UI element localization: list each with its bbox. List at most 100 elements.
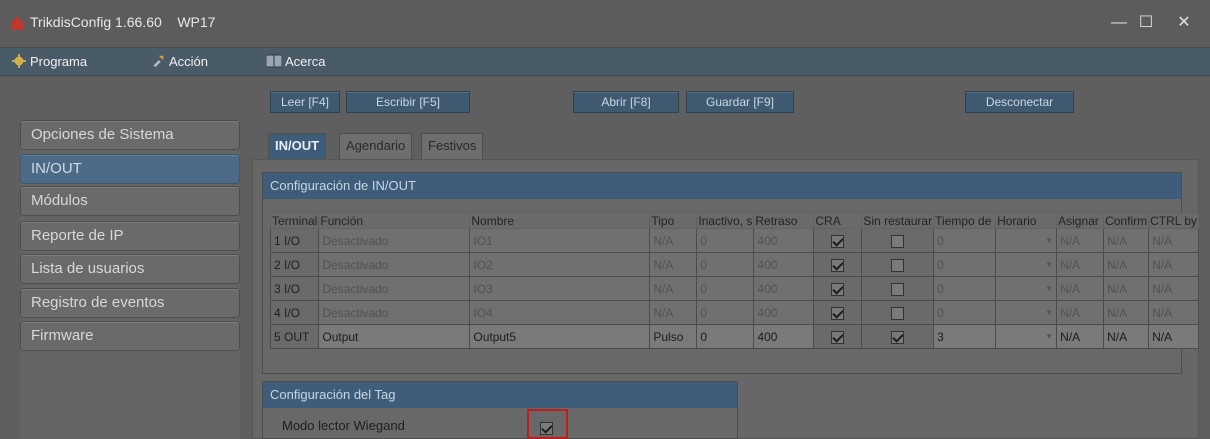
retraso-input[interactable]: 400 xyxy=(753,228,815,253)
sidebar-item-registro-de-eventos[interactable]: Registro de eventos xyxy=(20,288,240,318)
asignar-select[interactable]: N/A xyxy=(1056,228,1105,253)
sin-restaurar-checkbox[interactable] xyxy=(891,282,905,296)
chevron-down-icon[interactable]: ▼ xyxy=(1045,326,1053,348)
asignar-select[interactable]: N/A xyxy=(1056,324,1105,349)
cra-checkbox[interactable] xyxy=(831,330,845,344)
horario-select[interactable]: ▼ xyxy=(995,300,1058,325)
col-funcion: Función xyxy=(318,212,471,229)
menu-accion[interactable]: Acción xyxy=(150,53,208,73)
sin-restaurar-cell xyxy=(861,300,935,325)
asignar-select[interactable]: N/A xyxy=(1056,276,1105,301)
maximize-button[interactable]: ☐ xyxy=(1134,12,1158,34)
chevron-down-icon[interactable]: ▼ xyxy=(1045,278,1053,300)
tipo-select[interactable]: N/A xyxy=(649,300,698,325)
sidebar-item-opciones-de-sistema[interactable]: Opciones de Sistema xyxy=(20,120,240,150)
horario-select[interactable]: ▼ xyxy=(995,276,1058,301)
ctrl-by-select[interactable]: N/A xyxy=(1148,252,1200,277)
horario-select[interactable]: ▼ xyxy=(995,324,1058,349)
col-tiempo: Tiempo de xyxy=(933,212,997,229)
funcion-select[interactable]: Desactivado xyxy=(318,276,471,301)
sidebar-item-firmware[interactable]: Firmware xyxy=(20,321,240,351)
cra-checkbox[interactable] xyxy=(831,306,845,320)
tiempo-input[interactable]: 0 xyxy=(933,228,997,253)
sidebar: Opciones de Sistema IN/OUT Módulos Repor… xyxy=(20,120,240,439)
cra-checkbox[interactable] xyxy=(831,234,845,248)
ctrl-by-select[interactable]: N/A xyxy=(1148,324,1200,349)
sidebar-item-in-out[interactable]: IN/OUT xyxy=(20,154,240,184)
io-table-header: Terminal Función Nombre Tipo Inactivo, s… xyxy=(269,212,1200,229)
sin-restaurar-checkbox[interactable] xyxy=(891,258,905,272)
retraso-input[interactable]: 400 xyxy=(753,324,815,349)
confirm-select[interactable]: N/A xyxy=(1103,228,1150,253)
read-button[interactable]: Leer [F4] xyxy=(270,91,340,113)
confirm-select[interactable]: N/A xyxy=(1103,252,1150,277)
open-button[interactable]: Abrir [F8] xyxy=(573,91,679,113)
funcion-select[interactable]: Output xyxy=(318,324,471,349)
ctrl-by-select[interactable]: N/A xyxy=(1148,276,1200,301)
sin-restaurar-checkbox[interactable] xyxy=(891,330,905,344)
funcion-select[interactable]: Desactivado xyxy=(318,228,471,253)
sin-restaurar-cell xyxy=(861,228,935,253)
nombre-input[interactable]: IO1 xyxy=(469,228,651,253)
retraso-input[interactable]: 400 xyxy=(753,276,815,301)
tipo-select[interactable]: N/A xyxy=(649,228,698,253)
cra-checkbox[interactable] xyxy=(831,282,845,296)
tiempo-input[interactable]: 0 xyxy=(933,252,997,277)
device-name: WP17 xyxy=(177,14,216,30)
tipo-select[interactable]: N/A xyxy=(649,276,698,301)
chevron-down-icon[interactable]: ▼ xyxy=(1045,230,1053,252)
nombre-input[interactable]: Output5 xyxy=(469,324,651,349)
menu-bar: Programa Acción Acerca xyxy=(0,48,1210,76)
inactivo-input[interactable]: 0 xyxy=(696,324,755,349)
confirm-select[interactable]: N/A xyxy=(1103,324,1150,349)
ctrl-by-select[interactable]: N/A xyxy=(1148,300,1200,325)
funcion-select[interactable]: Desactivado xyxy=(318,252,471,277)
confirm-select[interactable]: N/A xyxy=(1103,300,1150,325)
tiempo-input[interactable]: 3 xyxy=(933,324,997,349)
tipo-select[interactable]: Pulso xyxy=(649,324,698,349)
window-title: TrikdisConfig 1.66.60 WP17 xyxy=(30,14,216,30)
asignar-select[interactable]: N/A xyxy=(1056,300,1105,325)
cra-checkbox[interactable] xyxy=(831,258,845,272)
horario-select[interactable]: ▼ xyxy=(995,252,1058,277)
tab-in-out[interactable]: IN/OUT xyxy=(268,133,327,159)
write-button[interactable]: Escribir [F5] xyxy=(346,91,470,113)
inactivo-input[interactable]: 0 xyxy=(696,276,755,301)
save-button[interactable]: Guardar [F9] xyxy=(686,91,794,113)
io-config-title: Configuración de IN/OUT xyxy=(263,173,1181,199)
menu-acerca[interactable]: Acerca xyxy=(266,53,325,73)
funcion-select[interactable]: Desactivado xyxy=(318,300,471,325)
tab-agendario[interactable]: Agendario xyxy=(339,133,413,159)
inactivo-input[interactable]: 0 xyxy=(696,300,755,325)
menu-programa[interactable]: Programa xyxy=(11,53,87,73)
inactivo-input[interactable]: 0 xyxy=(696,252,755,277)
retraso-input[interactable]: 400 xyxy=(753,252,815,277)
sidebar-item-modulos[interactable]: Módulos xyxy=(20,186,240,216)
sin-restaurar-checkbox[interactable] xyxy=(891,234,905,248)
wiegand-mode-label: Modo lector Wiegand xyxy=(282,418,405,433)
horario-select[interactable]: ▼ xyxy=(995,228,1058,253)
sin-restaurar-cell xyxy=(861,324,935,349)
tab-festivos[interactable]: Festivos xyxy=(421,133,484,159)
close-button[interactable]: ✕ xyxy=(1172,12,1196,34)
chevron-down-icon[interactable]: ▼ xyxy=(1045,302,1053,324)
ctrl-by-select[interactable]: N/A xyxy=(1148,228,1200,253)
tipo-select[interactable]: N/A xyxy=(649,252,698,277)
sidebar-item-lista-de-usuarios[interactable]: Lista de usuarios xyxy=(20,254,240,284)
minimize-button[interactable]: — xyxy=(1107,12,1131,34)
confirm-select[interactable]: N/A xyxy=(1103,276,1150,301)
tiempo-input[interactable]: 0 xyxy=(933,300,997,325)
chevron-down-icon[interactable]: ▼ xyxy=(1045,254,1053,276)
wiegand-mode-checkbox[interactable] xyxy=(540,422,553,436)
inactivo-input[interactable]: 0 xyxy=(696,228,755,253)
sin-restaurar-checkbox[interactable] xyxy=(891,306,905,320)
asignar-select[interactable]: N/A xyxy=(1056,252,1105,277)
nombre-input[interactable]: IO3 xyxy=(469,276,651,301)
retraso-input[interactable]: 400 xyxy=(753,300,815,325)
nombre-input[interactable]: IO2 xyxy=(469,252,651,277)
terminal-cell: 5 OUT xyxy=(269,324,320,349)
disconnect-button[interactable]: Desconectar xyxy=(965,91,1074,113)
sidebar-item-reporte-de-ip[interactable]: Reporte de IP xyxy=(20,221,240,251)
tiempo-input[interactable]: 0 xyxy=(933,276,997,301)
nombre-input[interactable]: IO4 xyxy=(469,300,651,325)
